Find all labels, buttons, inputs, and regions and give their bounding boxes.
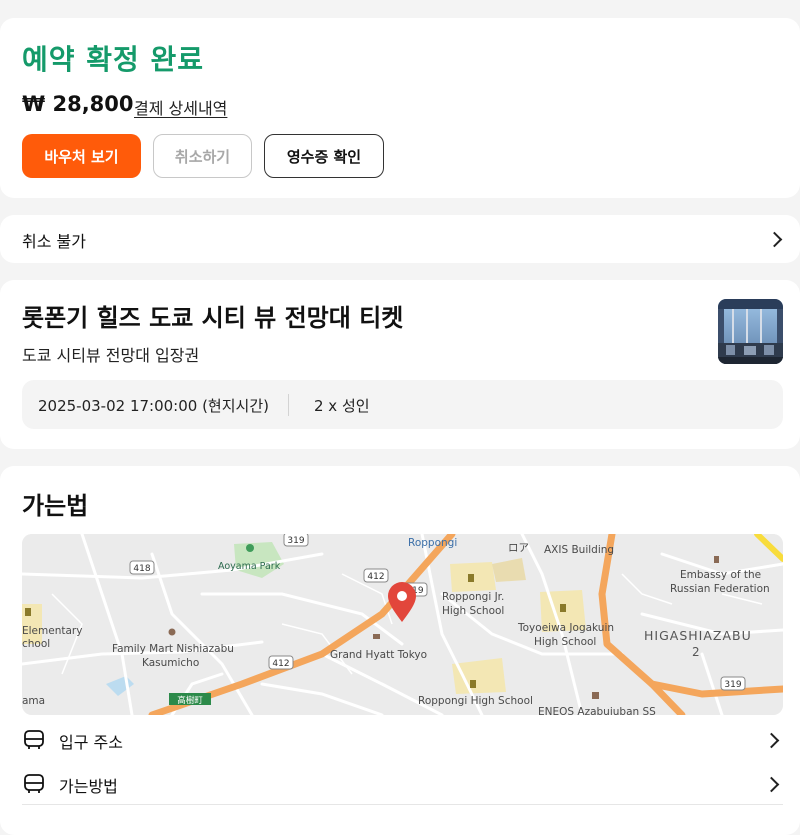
booking-info-box: 2025-03-02 17:00:00 (현지시간) 2 x 성인	[22, 380, 783, 429]
product-subtitle: 도쿄 시티뷰 전망대 입장권	[22, 346, 200, 365]
directions-card: 가는법 319 418 412 412 319 高樹町 Roppongi ロア …	[0, 466, 800, 835]
route-319-label: 319	[287, 536, 304, 546]
booking-status-title: 예약 확정 완료	[22, 43, 205, 76]
entrance-address-row[interactable]: 입구 주소	[22, 718, 783, 762]
divider	[288, 394, 289, 416]
map-label: chool	[22, 638, 50, 650]
chevron-right-icon	[766, 231, 783, 248]
map-label: Family Mart Nishiazabu	[112, 643, 234, 655]
map-label: High School	[534, 636, 596, 648]
how-to-get-there-row[interactable]: 가는방법	[22, 762, 783, 806]
product-card: 롯폰기 힐즈 도쿄 시티 뷰 전망대 티켓 도쿄 시티뷰 전망대 입장권 202…	[0, 280, 800, 449]
map-label: HIGASHIAZABU	[644, 628, 752, 643]
map-label: ENEOS Azabujuban SS	[538, 706, 656, 715]
bus-icon	[24, 774, 44, 793]
booking-datetime: 2025-03-02 17:00:00 (현지시간)	[38, 397, 269, 415]
bus-icon	[24, 730, 44, 749]
chevron-right-icon	[763, 776, 780, 793]
school-area	[452, 658, 506, 694]
entrance-address-label: 입구 주소	[59, 733, 123, 752]
map-label: Elementary	[22, 625, 82, 637]
cancellation-policy-row[interactable]: 취소 불가	[0, 215, 800, 263]
map-label: Russian Federation	[670, 583, 770, 595]
route-319-label: 319	[724, 680, 741, 690]
total-price: ₩ 28,800	[22, 92, 134, 116]
map-label: Aoyama Park	[218, 561, 281, 572]
location-map[interactable]: 319 418 412 319 412 319 高樹町 Roppongi ロア …	[22, 534, 783, 715]
map-label: High School	[442, 605, 504, 617]
route-418-label: 418	[133, 564, 150, 574]
map-label: ロア	[508, 542, 529, 554]
how-to-get-there-label: 가는방법	[59, 777, 118, 796]
chevron-right-icon	[763, 732, 780, 749]
map-label: Roppongi	[408, 537, 457, 549]
divider	[22, 804, 783, 805]
cancellation-label: 취소 불가	[22, 232, 86, 251]
map-label: 2	[692, 645, 700, 659]
cancel-booking-button: 취소하기	[153, 134, 252, 178]
map-label: ama	[22, 695, 45, 707]
booking-quantity: 2 x 성인	[314, 397, 370, 415]
booking-status-card: 예약 확정 완료 ₩ 28,800 결제 상세내역 바우처 보기 취소하기 영수…	[0, 18, 800, 198]
map-label: Roppongi High School	[418, 695, 533, 707]
directions-title: 가는법	[22, 492, 89, 520]
map-label: Toyoeiwa Jogakuin	[517, 622, 614, 634]
view-voucher-button[interactable]: 바우처 보기	[22, 134, 141, 178]
map-label: Grand Hyatt Tokyo	[330, 649, 427, 661]
map-label: Kasumicho	[142, 657, 199, 669]
view-receipt-button[interactable]: 영수증 확인	[264, 134, 384, 178]
route-412-label: 412	[367, 572, 384, 582]
map-label: Embassy of the	[680, 569, 761, 581]
map-label: AXIS Building	[544, 544, 614, 556]
map-label: Roppongi Jr.	[442, 591, 504, 603]
route-412-label: 412	[272, 659, 289, 669]
station-label: 高樹町	[177, 695, 203, 706]
product-title: 롯폰기 힐즈 도쿄 시티 뷰 전망대 티켓	[22, 304, 404, 332]
product-thumbnail[interactable]	[718, 299, 783, 364]
payment-details-link[interactable]: 결제 상세내역	[134, 95, 227, 119]
